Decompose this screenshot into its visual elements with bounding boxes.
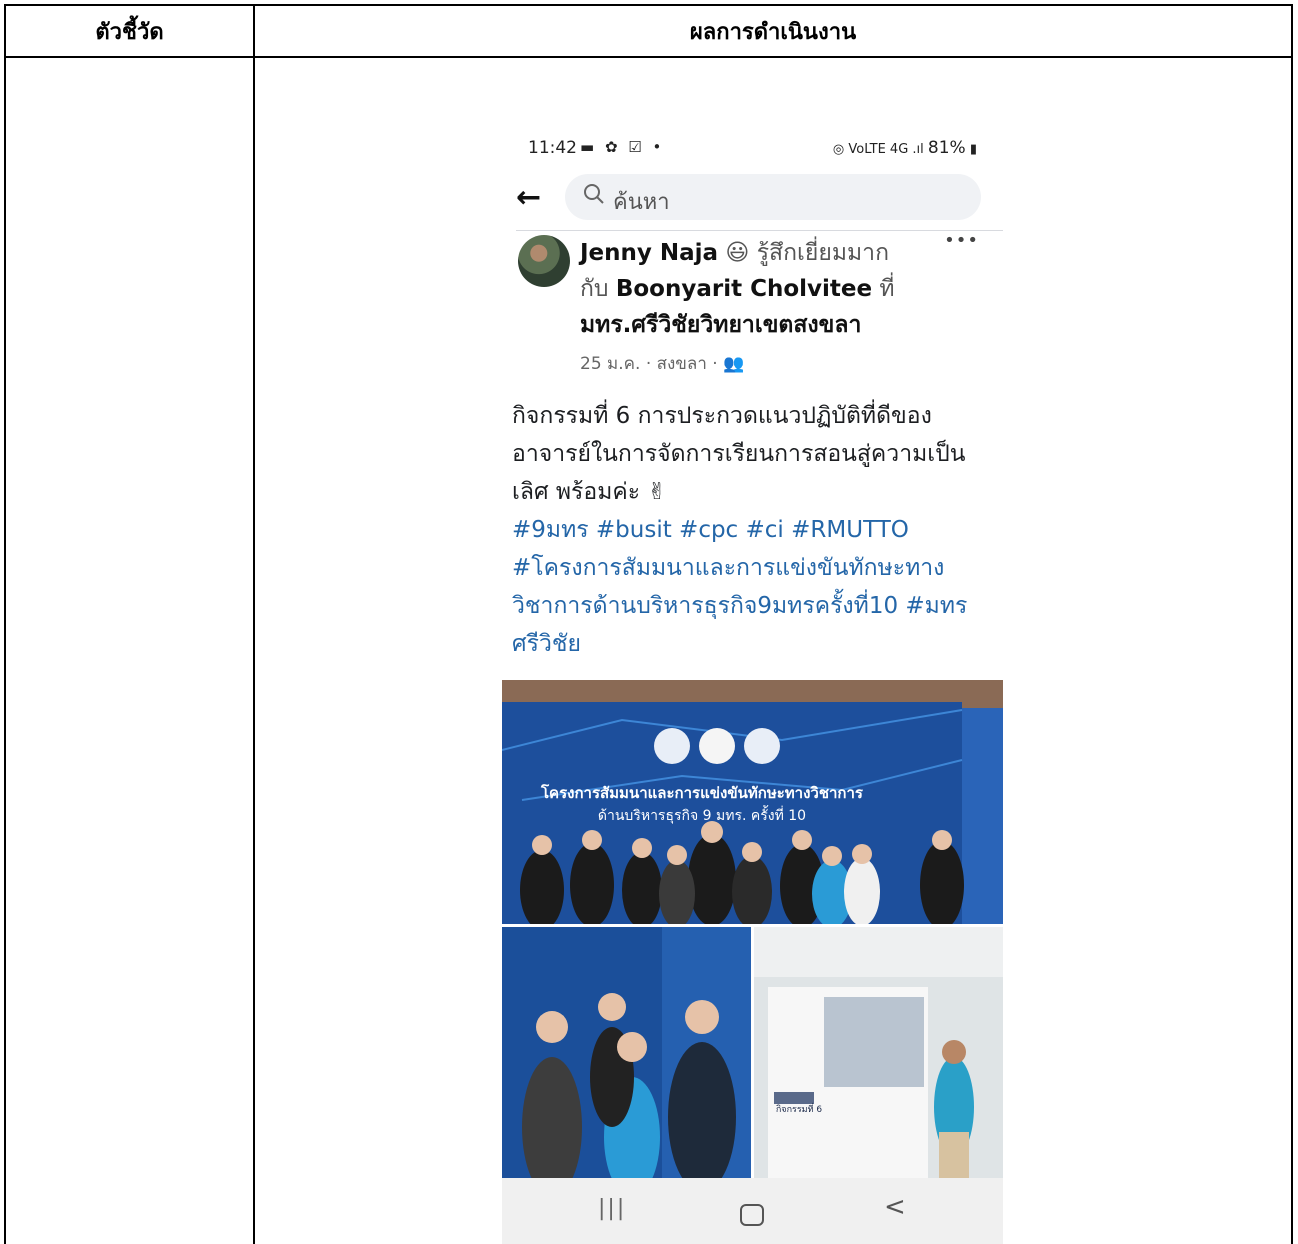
post-text: กิจกรรมที่ 6 การประกวดแนวปฏิบัติที่ดีของ… [512,403,966,505]
group-photo[interactable] [502,927,751,1178]
tagged-person[interactable]: Boonyarit Cholvitee [616,276,872,302]
post-header: Jenny Naja 😃 รู้สึกเยี่ยมมาก กับ Boonyar… [580,235,960,343]
nav-back-icon[interactable]: < [884,1192,906,1222]
avatar[interactable] [518,235,570,287]
search-input[interactable]: ค้นหา [565,174,981,220]
post-body: กิจกรรมที่ 6 การประกวดแนวปฏิบัติที่ดีของ… [512,397,992,663]
group-photo-image [502,927,751,1178]
table-header-divider [4,56,1293,58]
poster-photo-image: กิจกรรมที่ 6 [754,927,1003,1178]
home-icon[interactable] [740,1204,764,1226]
table-border-left [4,4,6,1244]
smile-emoji-icon: 😃 [725,240,750,266]
banner-line1: โครงการสัมมนาและการแข่งขันทักษะทางวิชากา… [540,783,864,802]
notification-icons: ▬ ✿ ☑ • [580,138,665,156]
with-label: กับ [580,276,609,302]
header-results: ผลการดำเนินงาน [689,19,857,45]
award-photo-image: โครงการสัมมนาและการแข่งขันทักษะทางวิชากา… [502,680,1003,924]
search-icon [584,184,604,204]
feeling-text: รู้สึกเยี่ยมมาก [756,240,889,266]
poster-photo[interactable]: กิจกรรมที่ 6 [754,927,1003,1178]
battery-icon: ▮ [969,142,977,157]
post-meta: 25 ม.ค. · สงขลา · 👥 [580,354,745,374]
android-nav-bar: ||| < [502,1178,1003,1244]
place-name[interactable]: มทร.ศรีวิชัยวิทยาเขตสงขลา [580,312,861,338]
phone-screenshot: 11:42 ▬ ✿ ☑ • ◎ VoLTE 4G .ıl 81% ▮ ← ค้น… [502,128,1003,1244]
status-bar: 11:42 ▬ ✿ ☑ • ◎ VoLTE 4G .ıl 81% ▮ [502,128,1003,164]
battery-level: 81% [927,138,966,158]
status-time: 11:42 [528,138,577,158]
search-bar: ← ค้นหา [502,172,1003,224]
signal-icons: ◎ VoLTE 4G .ıl 81% ▮ [833,138,977,158]
table-border-right [1291,4,1293,1244]
table-column-divider [253,4,255,1244]
author-name[interactable]: Jenny Naja [580,240,718,266]
search-placeholder: ค้นหา [613,190,670,215]
at-label: ที่ [879,276,895,302]
banner-line2: ด้านบริหารธุรกิจ 9 มทร. ครั้งที่ 10 [598,805,806,824]
back-arrow-icon[interactable]: ← [516,180,541,215]
signal-icon: ◎ VoLTE 4G .ıl [832,142,924,157]
post-divider [516,230,1003,231]
recents-icon[interactable]: ||| [598,1196,626,1221]
award-photo[interactable]: โครงการสัมมนาและการแข่งขันทักษะทางวิชากา… [502,680,1003,924]
header-indicator: ตัวชี้วัด [95,19,164,45]
post-hashtags[interactable]: #9มทร #busit #cpc #ci #RMUTTO #โครงการสั… [512,517,967,657]
